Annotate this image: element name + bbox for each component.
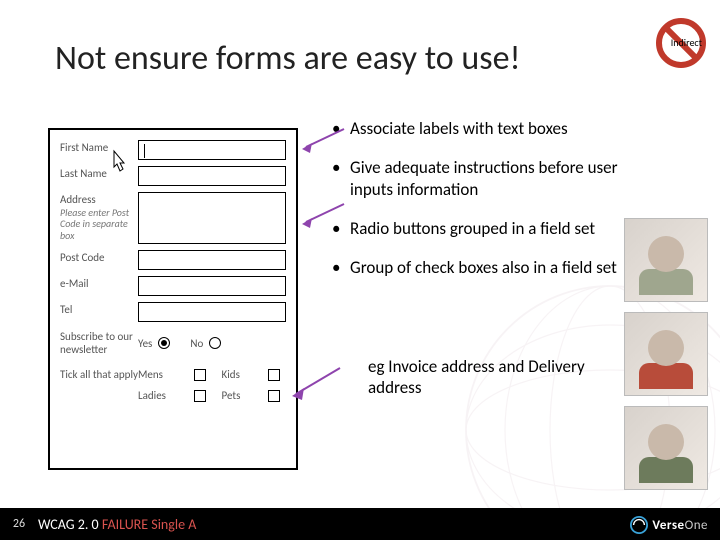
radio-yes-icon bbox=[158, 337, 170, 349]
example-text: eg Invoice address and Delivery address bbox=[368, 356, 618, 398]
label-post-code: Post Code bbox=[60, 250, 138, 265]
checkbox-pets[interactable] bbox=[268, 390, 280, 402]
checkbox-ladies[interactable] bbox=[194, 390, 206, 402]
brand: VerseOne bbox=[630, 516, 708, 534]
label-tick-all: Tick all that apply bbox=[60, 368, 138, 381]
check-label-ladies: Ladies bbox=[138, 389, 184, 402]
footer-failure: FAILURE Single A bbox=[102, 516, 196, 533]
input-post-code[interactable] bbox=[138, 250, 286, 270]
text-caret bbox=[144, 144, 145, 158]
photo-thumbnail-3 bbox=[624, 406, 708, 490]
input-address[interactable] bbox=[138, 192, 286, 244]
hint-address: Please enter Post Code in separate box bbox=[60, 207, 138, 242]
label-first-name: First Name bbox=[60, 140, 138, 155]
photo-thumbnail-1 bbox=[624, 218, 708, 302]
label-email: e-Mail bbox=[60, 276, 138, 291]
checkbox-mens[interactable] bbox=[194, 369, 206, 381]
radio-label-no: No bbox=[190, 337, 203, 350]
slide: Indirect Not ensure forms are easy to us… bbox=[0, 0, 720, 540]
input-email[interactable] bbox=[138, 276, 286, 296]
bullet-list: Associate labels with text boxes Give ad… bbox=[332, 118, 632, 296]
page-number: 26 bbox=[0, 517, 38, 531]
label-last-name: Last Name bbox=[60, 166, 138, 181]
slide-title: Not ensure forms are easy to use! bbox=[55, 38, 521, 79]
radio-option-no[interactable]: No bbox=[190, 337, 227, 350]
checkbox-kids[interactable] bbox=[268, 369, 280, 381]
label-subscribe: Subscribe to our newsletter bbox=[60, 330, 138, 356]
check-label-kids: Kids bbox=[222, 368, 258, 381]
label-address: Address Please enter Post Code in separa… bbox=[60, 192, 138, 241]
label-tel: Tel bbox=[60, 302, 138, 317]
example-form: First Name Last Name Address Please ente… bbox=[48, 128, 298, 470]
input-tel[interactable] bbox=[138, 302, 286, 322]
check-label-mens: Mens bbox=[138, 368, 184, 381]
photo-thumbnail-2 bbox=[624, 312, 708, 396]
footer-prefix: WCAG 2. 0 bbox=[38, 516, 102, 533]
bullet-4: Group of check boxes also in a field set bbox=[332, 257, 632, 278]
check-label-pets: Pets bbox=[222, 389, 258, 402]
brand-logo-icon bbox=[630, 516, 648, 534]
bullet-1: Associate labels with text boxes bbox=[332, 118, 632, 139]
brand-name: VerseOne bbox=[652, 518, 708, 533]
input-last-name[interactable] bbox=[138, 166, 286, 186]
bullet-2: Give adequate instructions before user i… bbox=[332, 157, 632, 200]
label-address-text: Address bbox=[60, 193, 96, 206]
badge-label: Indirect bbox=[671, 36, 702, 49]
footer-text: WCAG 2. 0 FAILURE Single A bbox=[38, 516, 196, 533]
radio-no-icon bbox=[209, 337, 221, 349]
input-first-name[interactable] bbox=[138, 140, 286, 160]
footer-bar: 26 WCAG 2. 0 FAILURE Single A VerseOne bbox=[0, 508, 720, 540]
radio-label-yes: Yes bbox=[138, 337, 152, 350]
radio-option-yes[interactable]: Yes bbox=[138, 337, 176, 350]
bullet-3: Radio buttons grouped in a field set bbox=[332, 218, 632, 239]
